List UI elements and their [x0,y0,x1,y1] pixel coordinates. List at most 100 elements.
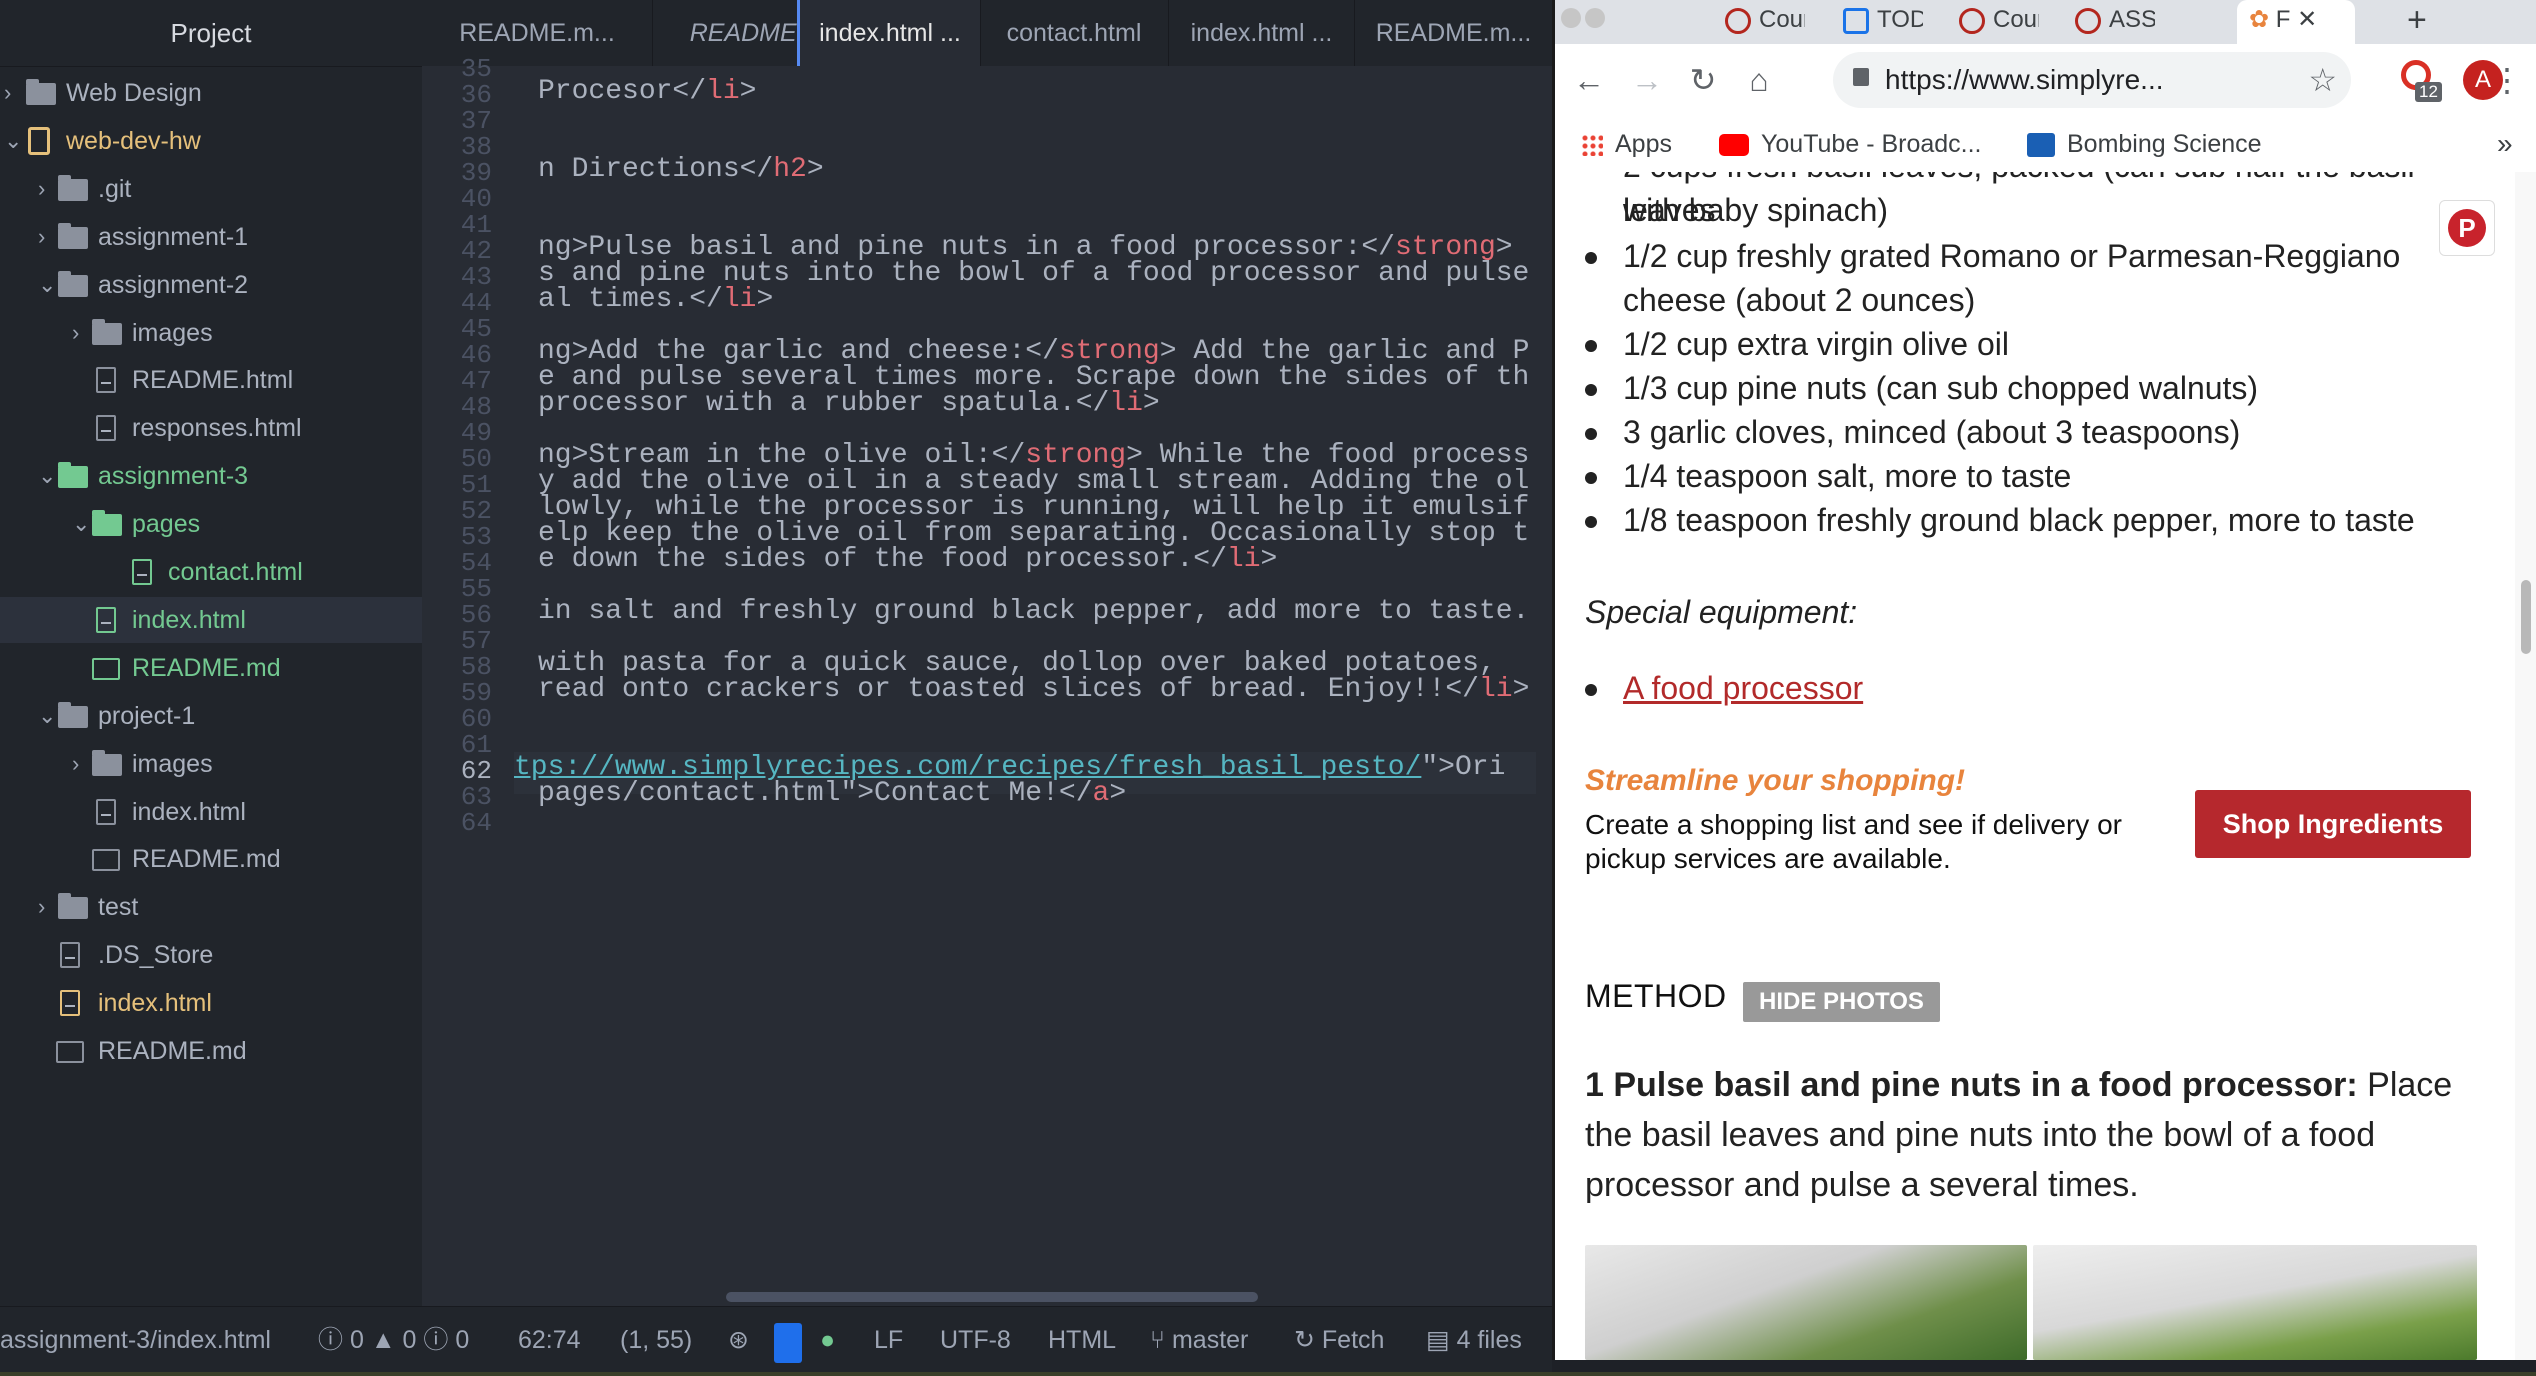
chevron-right-icon[interactable]: › [38,166,45,212]
tree-repo-web-dev-hw[interactable]: ⌄ web-dev-hw [0,118,422,164]
editor-vertical-scrollbar[interactable] [1536,66,1552,1306]
tree-folder-assignment-2[interactable]: ⌄ assignment-2 [0,262,422,308]
error-count: 0 [349,1326,364,1354]
tab-contact-html[interactable]: contact.html [980,0,1169,66]
tree-file-contact-html[interactable]: contact.html [0,549,422,595]
code-line[interactable]: in salt and freshly ground black pepper,… [538,596,1529,627]
extension-button[interactable]: 12 [2397,60,2442,104]
chevron-right-icon[interactable]: › [4,70,11,116]
tree-folder-pages[interactable]: ⌄ pages [0,501,422,547]
bookmark-youtube[interactable]: YouTube - Broadc... [1719,116,1982,172]
status-branch[interactable]: ⑂ master [1150,1307,1248,1373]
page-scrollbar[interactable] [2515,172,2536,1360]
back-button[interactable]: ← [1567,58,1611,102]
folder-icon [58,462,88,489]
editor-horizontal-scrollbar[interactable] [726,1292,1258,1302]
browser-tab-3[interactable]: Cour [1959,0,2039,44]
tab-readme-1[interactable]: README.m... [422,0,653,66]
chevron-right-icon[interactable]: › [72,310,79,356]
code-text-token: ">Ori [1421,752,1506,783]
tree-file-readme-md[interactable]: README.md [0,645,422,691]
browser-tab-active[interactable]: ✿ F ✕ [2237,0,2355,44]
menu-kebab-icon[interactable]: ⋮ [2491,58,2523,102]
shop-ingredients-button[interactable]: Shop Ingredients [2195,790,2471,858]
home-button[interactable]: ⌂ [1737,58,1781,102]
pinterest-button[interactable]: P [2439,200,2495,256]
page-scrollbar-thumb[interactable] [2521,580,2531,654]
tree-folder-project-1[interactable]: ⌄ project-1 [0,693,422,739]
code-line[interactable]: read onto crackers or toasted slices of … [538,674,1529,705]
tree-file-ds-store[interactable]: .DS_Store [0,932,422,978]
bookmark-star-icon[interactable]: ☆ [2308,52,2337,108]
code-text-token: > [756,284,774,315]
tab-index-html-2[interactable]: index.html ... [1169,0,1355,66]
status-file-path[interactable]: assignment-3/index.html [0,1307,271,1373]
reload-button[interactable]: ↻ [1681,58,1725,102]
markdown-icon [56,1041,84,1063]
browser-tab-4[interactable]: ASSI [2075,0,2155,44]
tree-folder-assignment-1[interactable]: › assignment-1 [0,214,422,260]
new-tab-button[interactable]: + [2407,0,2447,44]
code-line[interactable]: n Directions</h2> [538,154,824,185]
markdown-icon [92,657,120,680]
food-processor-link[interactable]: A food processor [1623,670,1863,706]
more-bookmarks-icon[interactable]: » [2497,116,2513,172]
window-controls[interactable] [1559,0,1619,44]
folder-icon [92,749,122,776]
tree-folder-web-design[interactable]: › Web Design [0,70,422,116]
method-heading: METHOD [1585,978,1727,1014]
extension-badge: 12 [2415,82,2442,102]
code-line[interactable]: Procesor</li> [538,76,756,107]
tree-folder-images-2[interactable]: › images [0,741,422,787]
github-icon[interactable]: ⊛ [728,1307,749,1373]
forward-button[interactable]: → [1625,58,1669,102]
code-editor[interactable]: Procesor</li> n Directions</h2> ng>Pulse b… [514,66,1536,1306]
tree-file-responses-html[interactable]: responses.html [0,405,422,451]
bookmark-apps[interactable]: Apps [1581,116,1672,172]
tab-index-html-active[interactable]: index.html ... [797,0,981,66]
chevron-down-icon[interactable]: ⌄ [72,501,90,547]
tree-file-readme-md-2[interactable]: README.md [0,836,422,882]
tree-folder-images[interactable]: › images [0,310,422,356]
tree-folder-assignment-3[interactable]: ⌄ assignment-3 [0,453,422,499]
tab-readme-2[interactable]: README.m... [1355,0,1553,66]
code-line[interactable]: pages/contact.html">Contact Me!</a> [538,778,1126,809]
bullet [1585,472,1597,484]
tree-file-index-html-selected[interactable]: index.html [0,596,422,643]
folder-icon [58,893,88,920]
chevron-down-icon[interactable]: ⌄ [38,262,56,308]
browser-tab-2[interactable]: TOD [1843,0,1923,44]
tree-file-readme-md-root[interactable]: README.md [0,1028,422,1074]
code-tag-token: li [1109,388,1143,419]
browser-toolbar: ← → ↻ ⌂ https://www.simplyre... ☆ 12 A ⋮ [1555,44,2536,116]
close-icon[interactable]: ✕ [2297,6,2317,33]
tree-file-index-html[interactable]: index.html [0,789,422,835]
code-text-token: e down the sides of the food processor.<… [538,544,1227,575]
status-fetch[interactable]: ↻ Fetch [1294,1307,1384,1373]
teletype-icon[interactable] [774,1323,802,1363]
chevron-down-icon[interactable]: ⌄ [4,118,22,164]
chevron-down-icon[interactable]: ⌄ [38,693,56,739]
address-bar[interactable]: https://www.simplyre... ☆ [1833,52,2351,108]
status-grammar[interactable]: HTML [1048,1307,1116,1373]
code-line[interactable]: al times.</li> [538,284,773,315]
tree-file-readme-html[interactable]: README.html [0,357,422,403]
status-line-ending[interactable]: LF [874,1307,903,1373]
status-cursor-position[interactable]: 62:74 [518,1307,581,1373]
hide-photos-button[interactable]: HIDE PHOTOS [1743,982,1940,1022]
code-line[interactable]: processor with a rubber spatula.</li> [538,388,1160,419]
status-encoding[interactable]: UTF-8 [940,1307,1011,1373]
status-git-files[interactable]: ▤ 4 files [1426,1307,1522,1373]
tree-file-index-html-root[interactable]: index.html [0,980,422,1026]
code-line[interactable]: e down the sides of the food processor.<… [538,544,1277,575]
status-diagnostics[interactable]: ⓘ 0 ▲ 0 ⓘ 0 [318,1307,469,1373]
browser-tab-1[interactable]: Cour [1725,0,1805,44]
tree-folder-test[interactable]: › test [0,884,422,930]
chevron-right-icon[interactable]: › [72,741,79,787]
tree-folder-git[interactable]: › .git [0,166,422,212]
bookmark-bombing-science[interactable]: Bombing Science [2027,116,2262,172]
chevron-right-icon[interactable]: › [38,884,45,930]
chevron-right-icon[interactable]: › [38,214,45,260]
chevron-down-icon[interactable]: ⌄ [38,453,56,499]
editor-tab-bar: README.m... README.ht... index.html ... … [422,0,1553,67]
